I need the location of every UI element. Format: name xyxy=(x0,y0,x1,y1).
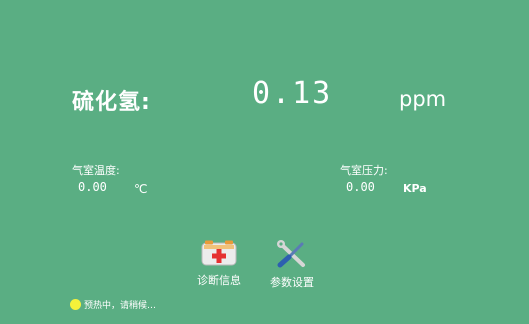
status-indicator-icon xyxy=(70,299,81,310)
status-bar: 预热中，请稍候… xyxy=(70,298,156,311)
parameters-button[interactable]: 参数设置 xyxy=(268,240,316,290)
pressure-unit: KPa xyxy=(403,182,427,195)
gas-value: 0.13 xyxy=(252,76,333,111)
status-text: 预热中，请稍候… xyxy=(84,301,157,311)
parameters-button-label: 参数设置 xyxy=(270,276,314,289)
wrench-screwdriver-icon xyxy=(275,240,309,272)
pressure-value: 0.00 xyxy=(346,180,375,194)
temperature-unit: ℃ xyxy=(134,182,148,196)
temperature-value: 0.00 xyxy=(78,180,107,194)
gas-unit: ppm xyxy=(399,87,447,111)
diagnostics-button-label: 诊断信息 xyxy=(197,274,241,287)
temperature-label: 气室温度: xyxy=(72,164,120,177)
gas-label: 硫化氢: xyxy=(72,90,151,115)
first-aid-kit-icon xyxy=(201,240,237,270)
diagnostics-button[interactable]: 诊断信息 xyxy=(195,240,243,288)
pressure-label: 气室压力: xyxy=(340,164,388,177)
